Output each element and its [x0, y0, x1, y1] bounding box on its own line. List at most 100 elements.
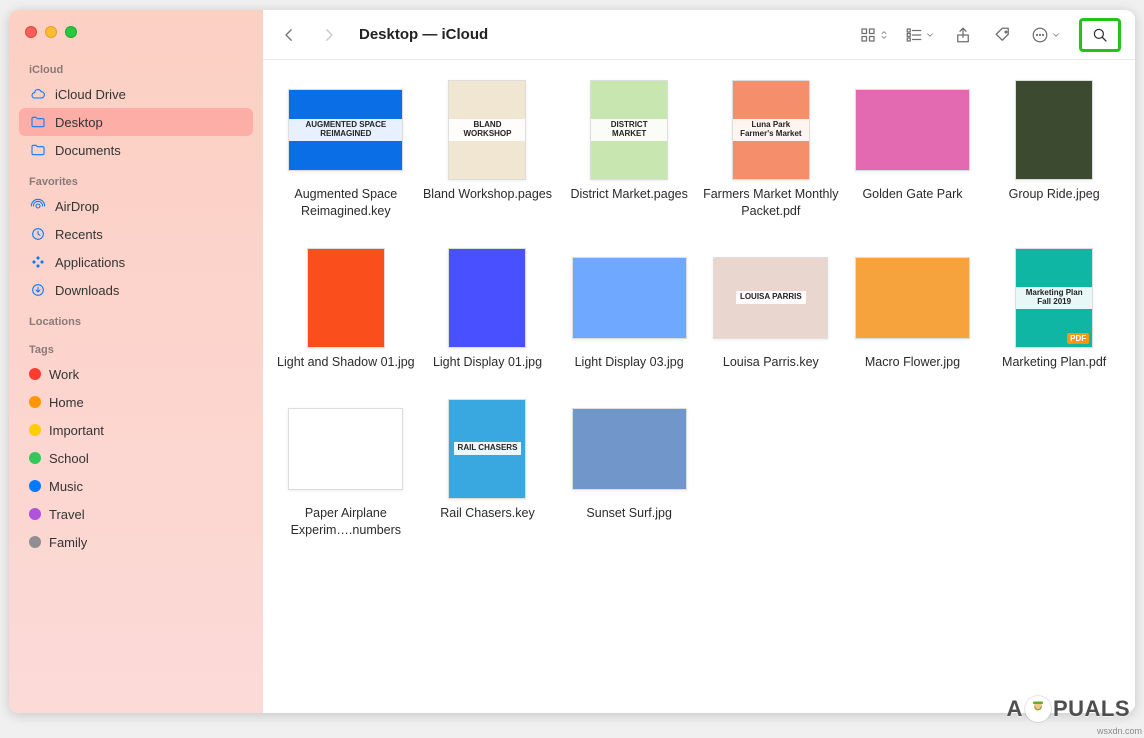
file-name: Rail Chasers.key [440, 505, 534, 522]
file-item[interactable]: Macro Flower.jpg [842, 248, 984, 371]
thumb-label: DISTRICT MARKET [591, 119, 667, 141]
thumb-label: Luna Park Farmer's Market [733, 119, 809, 141]
back-button[interactable] [273, 21, 305, 49]
file-name: Farmers Market Monthly Packet.pdf [702, 186, 840, 220]
sidebar-item-home[interactable]: Home [19, 388, 253, 416]
window-title: Desktop — iCloud [359, 26, 488, 43]
sidebar-item-important[interactable]: Important [19, 416, 253, 444]
close-window-button[interactable] [25, 26, 37, 38]
sidebar-group-title: Tags [19, 338, 253, 360]
sidebar-item-label: Music [49, 479, 83, 494]
sidebar-item-work[interactable]: Work [19, 360, 253, 388]
file-name: Bland Workshop.pages [423, 186, 552, 203]
file-item[interactable]: DISTRICT MARKET District Market.pages [558, 80, 700, 220]
file-grid: AUGMENTED SPACE REIMAGINED Augmented Spac… [275, 80, 1125, 538]
main-pane: Desktop — iCloud [263, 10, 1135, 713]
updown-icon [879, 26, 889, 44]
file-name: Paper Airplane Experim….numbers [277, 505, 415, 539]
thumb-label: LOUISA PARRIS [736, 291, 806, 304]
search-button[interactable] [1084, 21, 1116, 49]
sidebar-item-music[interactable]: Music [19, 472, 253, 500]
tag-dot-icon [29, 508, 41, 520]
sidebar-item-recents[interactable]: Recents [19, 220, 253, 248]
cloud-icon [29, 85, 47, 103]
file-item[interactable]: Light Display 03.jpg [558, 248, 700, 371]
file-name: Sunset Surf.jpg [586, 505, 671, 522]
file-thumbnail [990, 80, 1118, 180]
thumb-label: RAIL CHASERS [454, 442, 522, 455]
tag-dot-icon [29, 396, 41, 408]
file-item[interactable]: Light and Shadow 01.jpg [275, 248, 417, 371]
sidebar-item-airdrop[interactable]: AirDrop [19, 192, 253, 220]
sidebar-group-title: Favorites [19, 170, 253, 192]
download-icon [29, 281, 47, 299]
file-item[interactable]: AUGMENTED SPACE REIMAGINED Augmented Spac… [275, 80, 417, 220]
file-thumbnail: Luna Park Farmer's Market [707, 80, 835, 180]
sidebar-item-school[interactable]: School [19, 444, 253, 472]
sidebar-item-label: Important [49, 423, 104, 438]
file-thumbnail: Marketing Plan Fall 2019PDF [990, 248, 1118, 348]
sidebar-item-label: Home [49, 395, 84, 410]
group-button[interactable] [901, 21, 939, 49]
file-name: Light and Shadow 01.jpg [277, 354, 415, 371]
sidebar-item-label: Family [49, 535, 87, 550]
file-item[interactable]: RAIL CHASERS Rail Chasers.key [417, 399, 559, 539]
sidebar-item-label: Downloads [55, 283, 119, 298]
sidebar-item-family[interactable]: Family [19, 528, 253, 556]
thumb-label: AUGMENTED SPACE REIMAGINED [289, 119, 402, 141]
sidebar-item-travel[interactable]: Travel [19, 500, 253, 528]
file-item[interactable]: Marketing Plan Fall 2019PDFMarketing Pla… [983, 248, 1125, 371]
sidebar-group: iCloud iCloud Drive Desktop Documents [9, 58, 263, 164]
sidebar-group-title: iCloud [19, 58, 253, 80]
tag-dot-icon [29, 424, 41, 436]
sidebar-item-documents[interactable]: Documents [19, 136, 253, 164]
file-item[interactable]: Group Ride.jpeg [983, 80, 1125, 220]
file-name: Augmented Space Reimagined.key [277, 186, 415, 220]
file-grid-scroll[interactable]: AUGMENTED SPACE REIMAGINED Augmented Spac… [263, 60, 1135, 713]
watermark-text: PUALS [1053, 696, 1130, 722]
share-button[interactable] [947, 21, 979, 49]
sidebar-item-downloads[interactable]: Downloads [19, 276, 253, 304]
chevron-down-icon [925, 26, 935, 44]
actions-button[interactable] [1027, 21, 1065, 49]
file-name: Golden Gate Park [862, 186, 962, 203]
source-text: wsxdn.com [1097, 726, 1142, 736]
file-item[interactable]: LOUISA PARRISLouisa Parris.key [700, 248, 842, 371]
sidebar-item-label: Applications [55, 255, 125, 270]
file-name: Light Display 01.jpg [433, 354, 542, 371]
file-name: Light Display 03.jpg [575, 354, 684, 371]
zoom-window-button[interactable] [65, 26, 77, 38]
file-thumbnail: AUGMENTED SPACE REIMAGINED [282, 80, 410, 180]
file-name: District Market.pages [570, 186, 687, 203]
sidebar-item-applications[interactable]: Applications [19, 248, 253, 276]
file-thumbnail: LOUISA PARRIS [707, 248, 835, 348]
sidebar-item-desktop[interactable]: Desktop [19, 108, 253, 136]
view-icons-button[interactable] [855, 21, 893, 49]
tag-dot-icon [29, 480, 41, 492]
file-item[interactable]: BLAND WORKSHOPBland Workshop.pages [417, 80, 559, 220]
file-thumbnail [282, 399, 410, 499]
tags-button[interactable] [987, 21, 1019, 49]
file-item[interactable]: Golden Gate Park [842, 80, 984, 220]
forward-button[interactable] [313, 21, 345, 49]
chevron-right-icon [320, 26, 338, 44]
file-item[interactable]: Paper Airplane Experim….numbers [275, 399, 417, 539]
file-thumbnail: DISTRICT MARKET [565, 80, 693, 180]
sidebar-item-label: Documents [55, 143, 121, 158]
more-icon [1031, 26, 1049, 44]
sidebar-item-label: Work [49, 367, 79, 382]
tag-dot-icon [29, 368, 41, 380]
sidebar-item-label: iCloud Drive [55, 87, 126, 102]
sidebar-item-icloud-drive[interactable]: iCloud Drive [19, 80, 253, 108]
chevron-left-icon [280, 26, 298, 44]
file-thumbnail [848, 80, 976, 180]
file-item[interactable]: Light Display 01.jpg [417, 248, 559, 371]
sidebar-item-label: Travel [49, 507, 85, 522]
sidebar-item-label: Recents [55, 227, 103, 242]
minimize-window-button[interactable] [45, 26, 57, 38]
sidebar-item-label: AirDrop [55, 199, 99, 214]
toolbar: Desktop — iCloud [263, 10, 1135, 60]
thumb-label: Marketing Plan Fall 2019 [1016, 287, 1092, 309]
file-item[interactable]: Luna Park Farmer's Market Farmers Market … [700, 80, 842, 220]
file-item[interactable]: Sunset Surf.jpg [558, 399, 700, 539]
